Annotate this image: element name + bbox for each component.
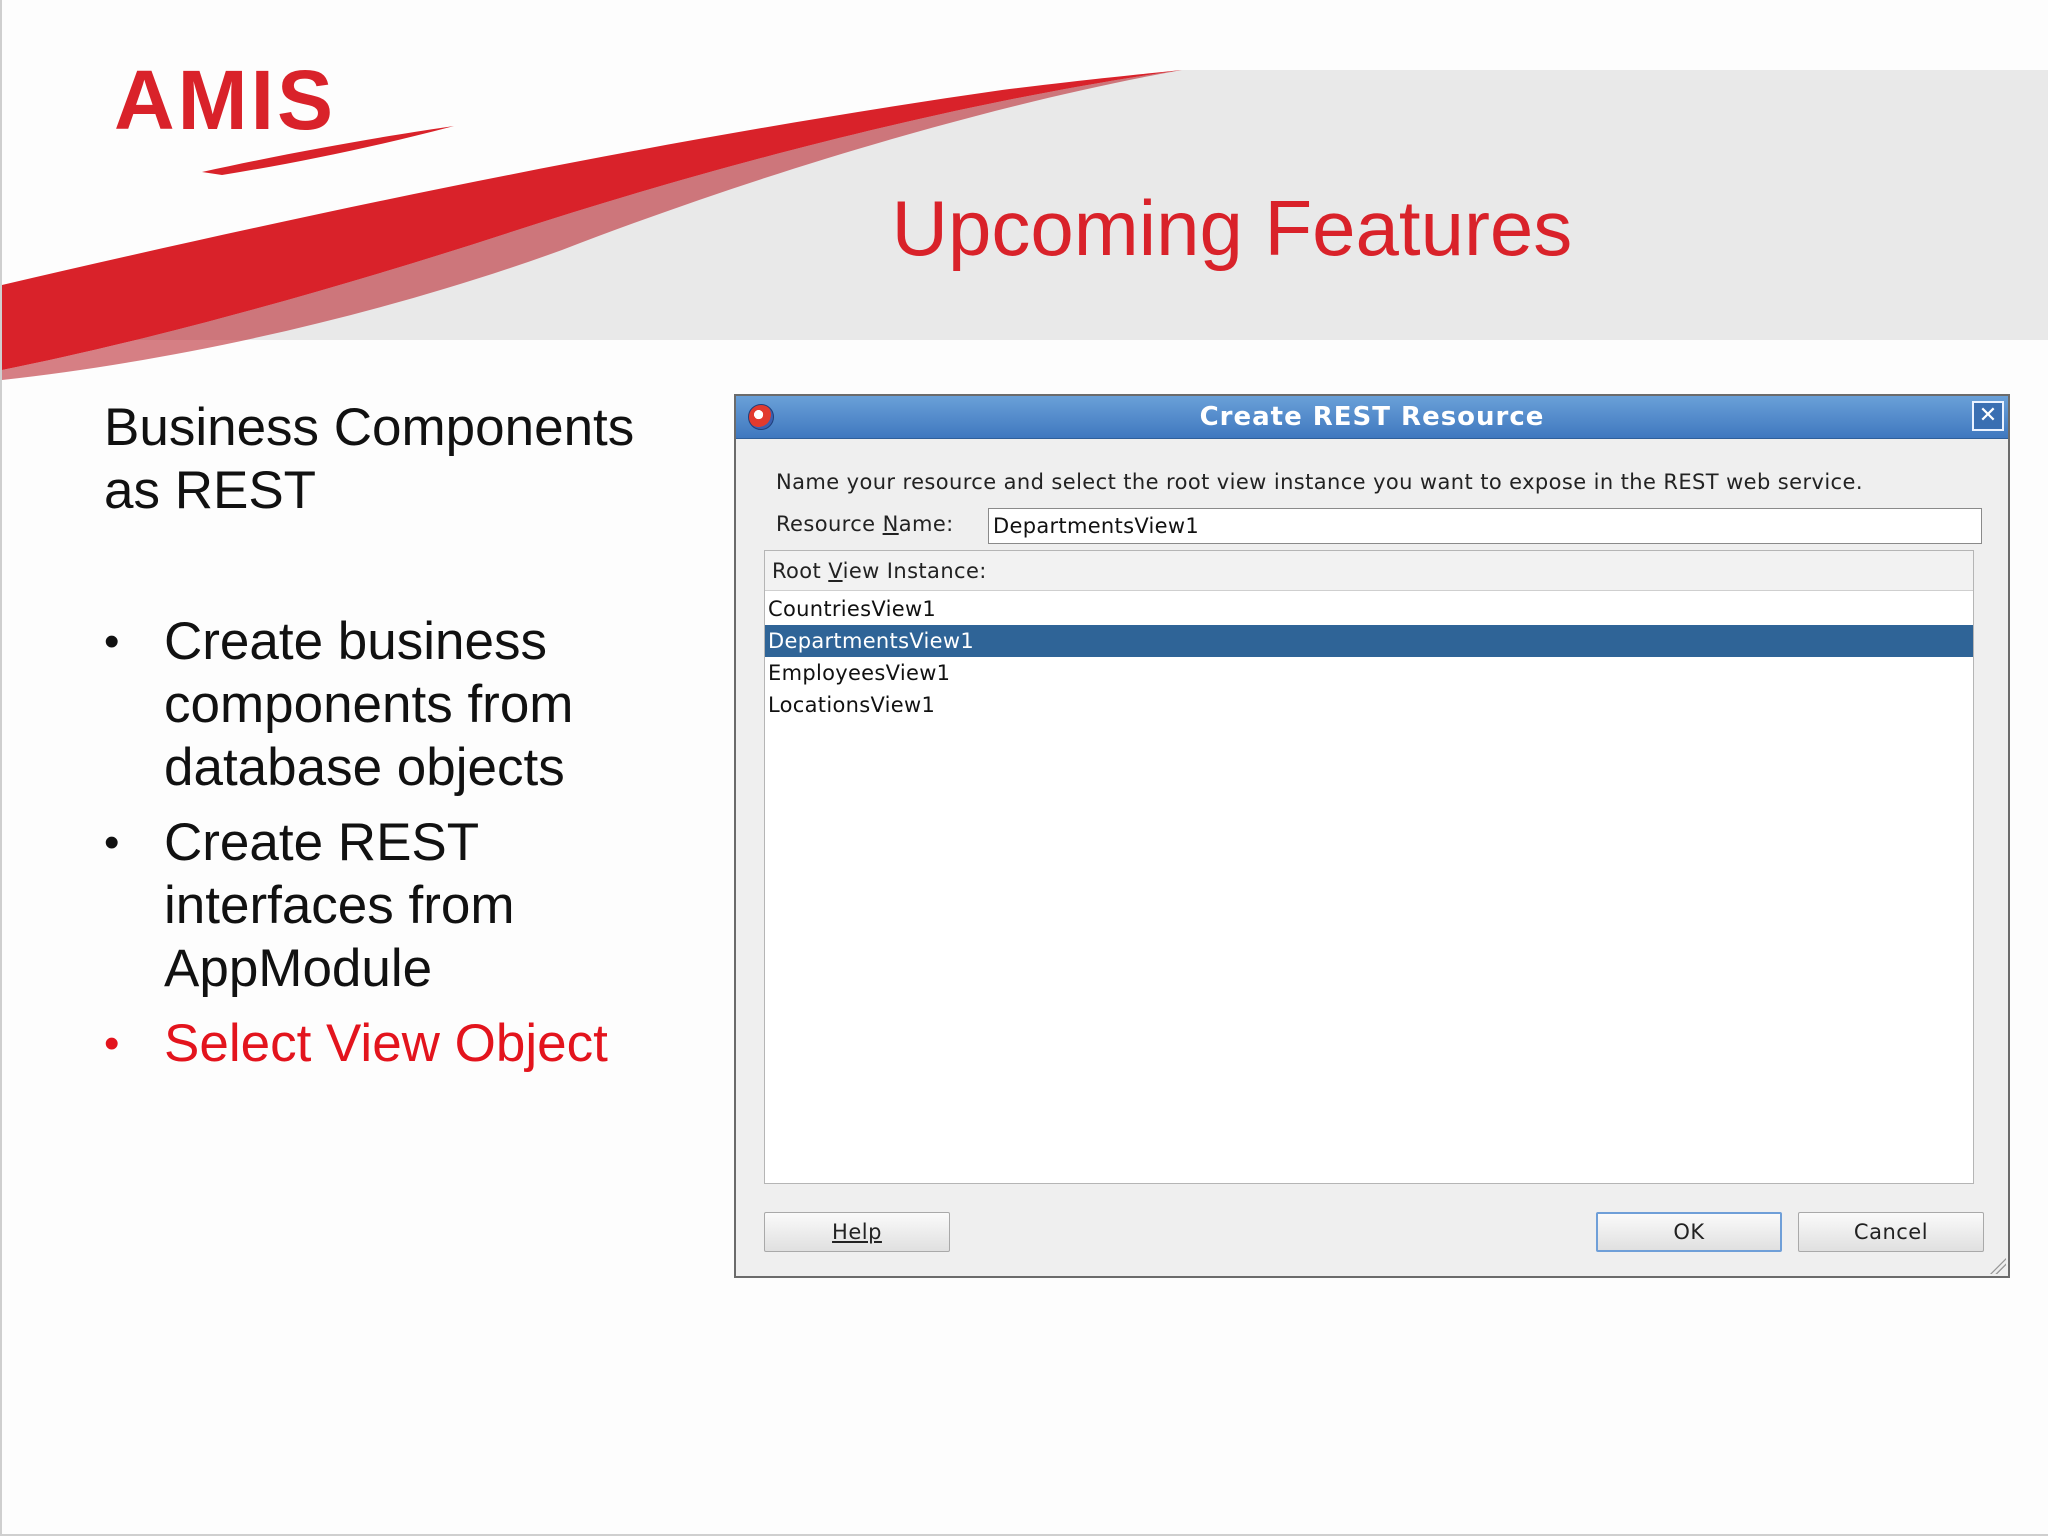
bullet-line: Create business	[164, 612, 547, 671]
resource-name-input[interactable]	[988, 508, 1982, 544]
list-item-selected[interactable]: DepartmentsView1	[765, 625, 1973, 657]
ok-button[interactable]: OK	[1596, 1212, 1782, 1252]
help-button-label: Help	[832, 1220, 882, 1244]
bullet-dot-icon: •	[104, 617, 120, 666]
bullet-line: components from	[164, 675, 574, 734]
section-heading: Business Components as REST	[104, 396, 704, 522]
list-item[interactable]: CountriesView1	[765, 593, 1973, 625]
bullet-item: • Create REST interfaces from AppModule	[104, 811, 724, 1000]
close-icon: ✕	[1978, 403, 1998, 428]
list-item[interactable]: LocationsView1	[765, 689, 1973, 721]
root-view-instance-list: Root View Instance: CountriesView1 Depar…	[764, 550, 1974, 1184]
feature-bullet-list: • Create business components from databa…	[104, 610, 724, 1087]
bullet-line: AppModule	[164, 939, 433, 998]
slide: AMIS Upcoming Features Business Componen…	[0, 0, 2048, 1536]
help-button[interactable]: Help	[764, 1212, 950, 1252]
list-header: Root View Instance:	[765, 551, 1973, 591]
heading-line-1: Business Components	[104, 398, 635, 457]
bullet-dot-icon: •	[104, 818, 120, 867]
bullet-item: • Create business components from databa…	[104, 610, 724, 799]
bullet-line: Select View Object	[164, 1014, 608, 1073]
dialog-description: Name your resource and select the root v…	[776, 470, 1863, 494]
dialog-title: Create REST Resource	[1199, 402, 1545, 432]
heading-line-2: as REST	[104, 461, 317, 520]
cancel-button[interactable]: Cancel	[1798, 1212, 1984, 1252]
bullet-line: Create REST	[164, 813, 480, 872]
dialog-titlebar[interactable]: Create REST Resource ✕	[736, 396, 2008, 439]
slide-title: Upcoming Features	[891, 184, 1573, 272]
bullet-dot-icon: •	[104, 1019, 120, 1068]
amis-logo: AMIS	[114, 53, 336, 147]
create-rest-resource-dialog: Create REST Resource ✕ Name your resourc…	[734, 394, 2010, 1278]
resize-grip-icon[interactable]	[1988, 1256, 2006, 1274]
bullet-line: interfaces from	[164, 876, 515, 935]
close-button[interactable]: ✕	[1972, 401, 2004, 431]
resource-name-label: Resource Name:	[776, 512, 954, 536]
bullet-line: database objects	[164, 738, 565, 797]
list-body: CountriesView1 DepartmentsView1 Employee…	[765, 593, 1973, 721]
bullet-item-active: • Select View Object	[104, 1012, 724, 1075]
list-item[interactable]: EmployeesView1	[765, 657, 1973, 689]
